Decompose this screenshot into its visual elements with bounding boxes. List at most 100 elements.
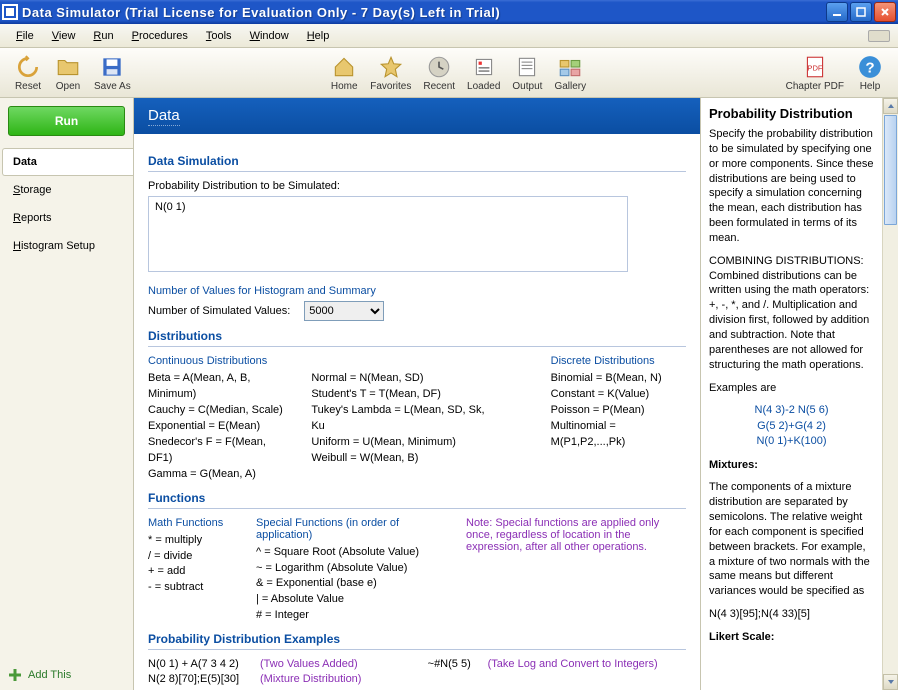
reset-icon [15,54,41,80]
plus-icon [8,668,22,682]
toolbar-loaded[interactable]: Loaded [461,52,506,94]
toolbar-reset[interactable]: Reset [8,52,48,94]
dist-line: Snedecor's F = F(Mean, DF1) [148,435,293,467]
menu-run[interactable]: Run [85,28,121,44]
func-line: | = Absolute Value [256,592,456,608]
toolbar-chapterpdf[interactable]: PDF Chapter PDF [780,52,850,94]
dist-line: Normal = N(Mean, SD) [311,371,490,387]
help-p1: Specify the probability distribution to … [709,127,874,246]
dist-line: Binomial = B(Mean, N) [551,371,686,387]
app-icon [2,4,18,20]
scroll-up-button[interactable] [883,98,898,114]
func-line: + = add [148,564,256,580]
mixtures-p: The components of a mixture distribution… [709,480,874,599]
scroll-thumb[interactable] [884,115,897,225]
ex-desc: (Two Values Added) [260,658,358,670]
clock-icon [426,54,452,80]
func-line: * = multiply [148,533,256,549]
ex-formula: N(2 8)[70];E(5)[30] [148,673,250,685]
close-button[interactable] [874,2,896,22]
continuous-head: Continuous Distributions [148,355,491,367]
help-ex-line: N(0 1)+K(100) [709,434,874,449]
dist-line: Exponential = E(Mean) [148,419,293,435]
toolbar-help[interactable]: ? Help [850,52,890,94]
dist-line: Poisson = P(Mean) [551,403,686,419]
toolbar-recent[interactable]: Recent [417,52,461,94]
add-this-link[interactable]: Add This [0,660,133,690]
toolbar-output[interactable]: Output [506,52,548,94]
tab-reports[interactable]: Reports [2,204,133,232]
center-header-title: Data [148,107,180,126]
menu-file[interactable]: File [8,28,42,44]
help-combining-head: COMBINING DISTRIBUTIONS: [709,255,864,267]
maximize-button[interactable] [850,2,872,22]
help-icon: ? [857,54,883,80]
tray-icon[interactable] [868,30,890,42]
center-header: Data [134,98,700,134]
toolbar-open-label: Open [56,81,80,92]
help-ex-line: G(5 2)+G(4 2) [709,419,874,434]
menubar: File View Run Procedures Tools Window He… [0,24,898,48]
tab-data[interactable]: Data [2,148,133,176]
ex-formula: N(0 1) + A(7 3 4 2) [148,658,250,670]
dist-line: Constant = K(Value) [551,387,686,403]
tab-histogram[interactable]: Histogram Setup [2,232,133,260]
run-button[interactable]: Run [8,106,125,136]
toolbar-home-label: Home [331,81,358,92]
open-icon [55,54,81,80]
toolbar-open[interactable]: Open [48,52,88,94]
window-title: Data Simulator (Trial License for Evalua… [22,5,826,20]
toolbar-gallery[interactable]: Gallery [548,52,592,94]
ex-desc: (Take Log and Convert to Integers) [488,658,658,670]
menu-help[interactable]: Help [299,28,338,44]
toolbar-home[interactable]: Home [324,52,364,94]
specfunc-head: Special Functions (in order of applicati… [256,517,456,541]
dist-line: Tukey's Lambda = L(Mean, SD, Sk, Ku [311,403,490,435]
help-title: Probability Distribution [709,106,874,121]
menu-tools[interactable]: Tools [198,28,240,44]
func-line: & = Exponential (base e) [256,576,456,592]
help-p2: Combined distributions can be written us… [709,270,869,371]
help-examples-label: Examples are [709,381,874,396]
func-line: - = subtract [148,580,256,596]
window-titlebar: Data Simulator (Trial License for Evalua… [0,0,898,24]
toolbar-chapterpdf-label: Chapter PDF [786,81,844,92]
dist-line: Cauchy = C(Median, Scale) [148,403,293,419]
menu-procedures[interactable]: Procedures [124,28,196,44]
toolbar-favorites-label: Favorites [370,81,411,92]
minimize-button[interactable] [826,2,848,22]
dist-input[interactable] [148,196,628,272]
toolbar-loaded-label: Loaded [467,81,500,92]
section-functions: Functions [148,491,686,509]
svg-text:PDF: PDF [807,63,823,72]
section-distributions: Distributions [148,329,686,347]
tab-storage[interactable]: Storage [2,176,133,204]
ex-desc: (Mixture Distribution) [260,673,361,685]
gallery-icon [557,54,583,80]
mixtures-ex: N(4 3)[95];N(4 33)[5] [709,607,874,622]
toolbar-favorites[interactable]: Favorites [364,52,417,94]
toolbar-reset-label: Reset [15,81,41,92]
star-icon [378,54,404,80]
toolbar-gallery-label: Gallery [554,81,586,92]
save-icon [99,54,125,80]
scrollbar[interactable] [882,98,898,690]
func-note: Note: Special functions are applied only… [456,517,686,625]
func-line: ~ = Logarithm (Absolute Value) [256,561,456,577]
menu-view[interactable]: View [44,28,84,44]
toolbar-saveas[interactable]: Save As [88,52,137,94]
ex-formula: ~#N(5 5) [428,658,478,670]
likert-head: Likert Scale: [709,631,774,643]
center-panel: Data Data Simulation Probability Distrib… [134,98,700,690]
dist-line: Uniform = U(Mean, Minimum) [311,435,490,451]
dist-line: Gamma = G(Mean, A) [148,467,293,483]
left-sidebar: Run Data Storage Reports Histogram Setup… [0,98,134,690]
menu-window[interactable]: Window [242,28,297,44]
section-data-simulation: Data Simulation [148,154,686,172]
numvals-select[interactable]: 5000 [304,301,384,321]
scroll-down-button[interactable] [883,674,898,690]
numvals-label: Number of Simulated Values: [148,305,290,317]
svg-text:?: ? [865,59,874,76]
home-icon [331,54,357,80]
discrete-head: Discrete Distributions [551,355,686,367]
